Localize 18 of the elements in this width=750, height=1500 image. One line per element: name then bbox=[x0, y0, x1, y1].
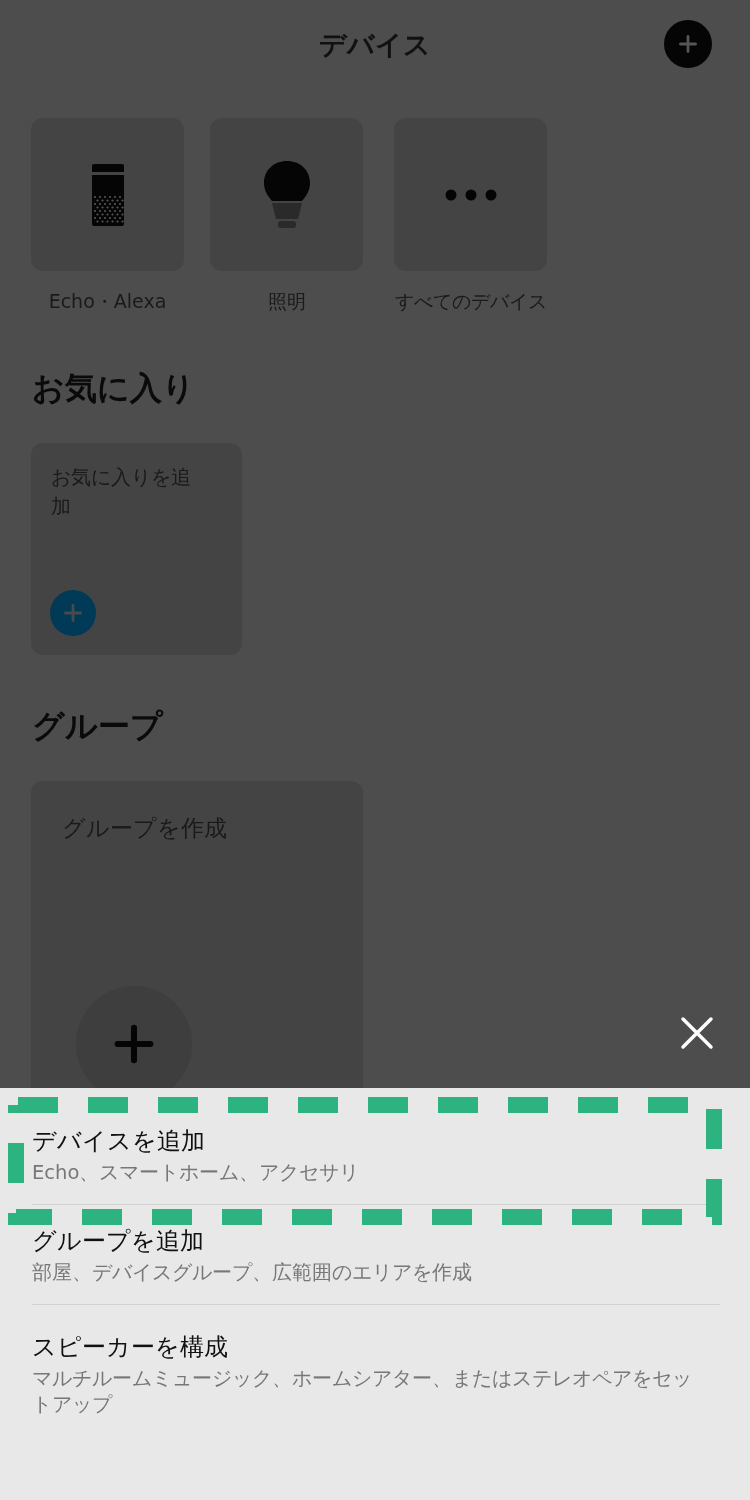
section-heading: グループ bbox=[31, 706, 165, 747]
device-tile[interactable] bbox=[31, 118, 184, 271]
device-tile[interactable] bbox=[394, 118, 547, 271]
device-tile[interactable] bbox=[210, 118, 363, 271]
light-bulb-icon bbox=[263, 160, 310, 229]
menu-item-title[interactable]: デバイスを追加 bbox=[32, 1125, 720, 1157]
menu-item-description: 部屋、デバイスグループ、広範囲のエリアを作成 bbox=[32, 1260, 473, 1286]
more-icon bbox=[444, 188, 497, 201]
add-button[interactable] bbox=[50, 590, 96, 636]
close-icon[interactable] bbox=[680, 1016, 714, 1050]
speaker-icon bbox=[91, 163, 124, 226]
menu-item-title[interactable]: グループを追加 bbox=[32, 1225, 720, 1257]
menu-item-title[interactable]: スピーカーを構成 bbox=[32, 1331, 720, 1363]
menu-item-description: マルチルームミュージック、ホームシアター、またはステレオペアをセットアップ bbox=[32, 1366, 693, 1418]
menu-item-description: Echo、スマートホーム、アクセサリ bbox=[32, 1160, 361, 1186]
page-title: デバイス bbox=[319, 28, 431, 62]
add-button[interactable] bbox=[664, 20, 712, 68]
section-heading: お気に入り bbox=[31, 368, 196, 409]
